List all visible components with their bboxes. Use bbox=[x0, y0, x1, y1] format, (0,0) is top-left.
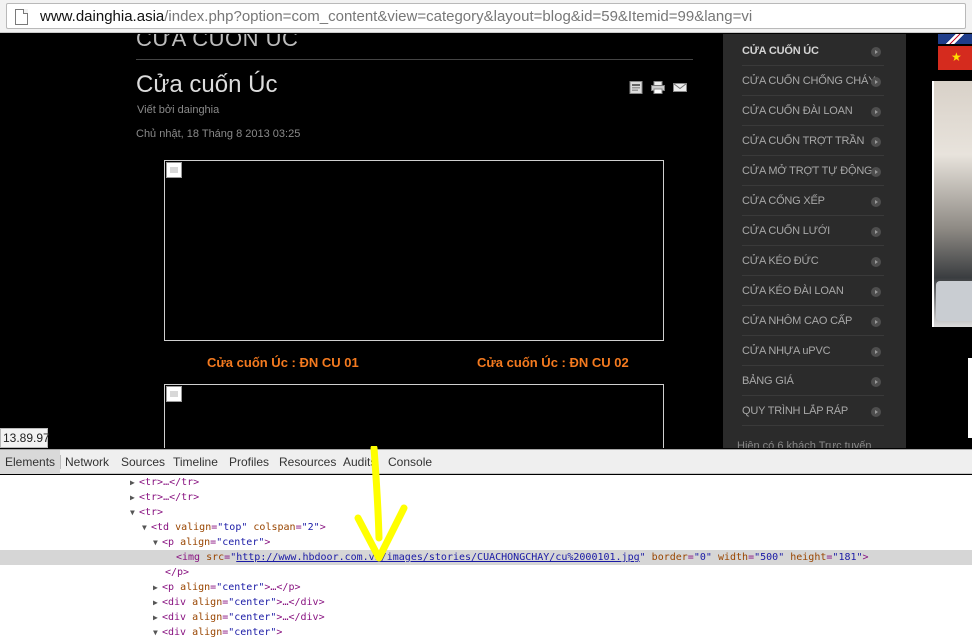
devtools-tabbar: Elements Network Sources Timeline Profil… bbox=[0, 449, 972, 474]
arrow-icon bbox=[871, 257, 881, 267]
pdf-icon[interactable] bbox=[629, 81, 643, 94]
article-author: Viết bởi dainghia bbox=[137, 104, 220, 116]
menu-item-label: CỬA MỞ TRỢT TỰ ĐỘNG bbox=[742, 165, 873, 177]
menu-item-label: CỬA CUỐN ĐÀI LOAN bbox=[742, 105, 853, 117]
dom-node-div-collapsed[interactable]: ▶ <div align="center">…</div> bbox=[153, 610, 325, 625]
url-path: /index.php?option=com_content&view=categ… bbox=[164, 8, 753, 25]
vietnamese-flag-icon[interactable]: ★ bbox=[938, 46, 972, 70]
article-date: Chủ nhật, 18 Tháng 8 2013 03:25 bbox=[136, 128, 301, 140]
dom-node-div-collapsed[interactable]: ▶ <div align="center">…</div> bbox=[153, 595, 325, 610]
menu-item-label: CỬA CUỐN CHỐNG CHÁY bbox=[742, 75, 876, 87]
menu-item-label: CỬA NHÔM CAO CẤP bbox=[742, 315, 853, 327]
menu-item-cong-xep[interactable]: CỬA CỔNG XẾP bbox=[742, 186, 884, 216]
image-caption-2: Cửa cuốn Úc : ĐN CU 02 bbox=[477, 355, 629, 370]
arrow-icon bbox=[871, 347, 881, 357]
menu-item-label: CỬA CUỐN ÚC bbox=[742, 45, 819, 57]
tab-timeline[interactable]: Timeline bbox=[168, 450, 223, 474]
dom-node-tr[interactable]: ▼ <tr> bbox=[130, 505, 163, 520]
email-icon[interactable] bbox=[673, 81, 687, 94]
broken-image-icon bbox=[166, 162, 182, 178]
section-divider bbox=[136, 59, 693, 60]
url-text[interactable]: www.dainghia.asia/index.php?option=com_c… bbox=[40, 8, 752, 25]
arrow-icon bbox=[871, 407, 881, 417]
arrow-icon bbox=[871, 287, 881, 297]
menu-item-label: QUY TRÌNH LẮP RÁP bbox=[742, 405, 849, 417]
menu-item-quy-trinh[interactable]: QUY TRÌNH LẮP RÁP bbox=[742, 396, 884, 426]
dom-node-p[interactable]: ▼ <p align="center"> bbox=[153, 535, 270, 550]
menu-item-keo-duc[interactable]: CỬA KÉO ĐỨC bbox=[742, 246, 884, 276]
dom-node-img-selected[interactable]: <img src="http://www.hbdoor.com.vn/image… bbox=[0, 550, 972, 565]
menu-item-label: CỬA KÉO ĐÀI LOAN bbox=[742, 285, 844, 297]
image-caption-1: Cửa cuốn Úc : ĐN CU 01 bbox=[207, 355, 359, 370]
arrow-icon bbox=[871, 137, 881, 147]
menu-item-dai-loan[interactable]: CỬA CUỐN ĐÀI LOAN bbox=[742, 96, 884, 126]
menu-item-label: BẢNG GIÁ bbox=[742, 375, 794, 387]
menu-item-nhua-upvc[interactable]: CỬA NHỰA uPVC bbox=[742, 336, 884, 366]
dom-node-tr-collapsed[interactable]: ▶ <tr>…</tr> bbox=[130, 490, 199, 505]
dom-node-td[interactable]: ▼ <td valign="top" colspan="2"> bbox=[142, 520, 326, 535]
menu-item-cuon-luoi[interactable]: CỬA CUỐN LƯỚI bbox=[742, 216, 884, 246]
car-image bbox=[936, 281, 972, 321]
menu-item-label: CỬA CUỐN LƯỚI bbox=[742, 225, 830, 237]
arrow-icon bbox=[871, 197, 881, 207]
side-banner bbox=[968, 358, 972, 438]
arrow-icon bbox=[871, 377, 881, 387]
menu-item-label: CỬA CUỐN TRỢT TRẦN bbox=[742, 135, 865, 147]
status-tooltip: 13.89.97 bbox=[0, 428, 50, 448]
tab-network[interactable]: Network bbox=[60, 450, 114, 474]
dom-node-tr-collapsed[interactable]: ▶ <tr>…</tr> bbox=[130, 475, 199, 490]
arrow-icon bbox=[871, 107, 881, 117]
page-icon bbox=[15, 9, 28, 25]
arrow-icon bbox=[871, 317, 881, 327]
menu-item-mo-trot[interactable]: CỬA MỞ TRỢT TỰ ĐỘNG bbox=[742, 156, 884, 186]
side-photo bbox=[932, 81, 972, 327]
dom-node-p-close: </p> bbox=[165, 567, 190, 578]
yellow-arrow-annotation bbox=[354, 446, 408, 562]
menu-item-cua-cuon-uc[interactable]: CỬA CUỐN ÚC bbox=[742, 36, 884, 66]
menu-item-bang-gia[interactable]: BẢNG GIÁ bbox=[742, 366, 884, 396]
tab-sources[interactable]: Sources bbox=[116, 450, 170, 474]
arrow-icon bbox=[871, 227, 881, 237]
article-image-2 bbox=[164, 384, 664, 448]
menu-item-label: CỬA CỔNG XẾP bbox=[742, 195, 825, 207]
dom-node-div[interactable]: ▼ <div align="center"> bbox=[153, 625, 282, 638]
dom-node-p-collapsed[interactable]: ▶ <p align="center">…</p> bbox=[153, 580, 301, 595]
address-bar: www.dainghia.asia/index.php?option=com_c… bbox=[0, 0, 972, 33]
menu-item-label: CỬA KÉO ĐỨC bbox=[742, 255, 819, 267]
arrow-icon bbox=[871, 77, 881, 87]
dom-tree: ▶ <tr>…</tr> ▶ <tr>…</tr> ▼ <tr> ▼ <td valig… bbox=[0, 475, 972, 638]
url-host: www.dainghia.asia bbox=[40, 8, 165, 25]
tab-profiles[interactable]: Profiles bbox=[224, 450, 274, 474]
tab-resources[interactable]: Resources bbox=[274, 450, 341, 474]
broken-image-icon bbox=[166, 386, 182, 402]
url-field[interactable]: www.dainghia.asia/index.php?option=com_c… bbox=[6, 3, 966, 29]
menu-item-chong-chay[interactable]: CỬA CUỐN CHỐNG CHÁY bbox=[742, 66, 884, 96]
menu-item-trot-tran[interactable]: CỬA CUỐN TRỢT TRẦN bbox=[742, 126, 884, 156]
arrow-icon bbox=[871, 47, 881, 57]
tab-elements[interactable]: Elements bbox=[0, 450, 61, 474]
menu-item-nhom-cao-cap[interactable]: CỬA NHÔM CAO CẤP bbox=[742, 306, 884, 336]
english-flag-icon[interactable] bbox=[938, 34, 972, 44]
article-image-1 bbox=[164, 160, 664, 341]
menu-item-label: CỬA NHỰA uPVC bbox=[742, 345, 831, 357]
web-page: CỬA CUỐN ÚC Cửa cuốn Úc Viết bởi dainghi… bbox=[0, 34, 972, 448]
menu-item-keo-dai-loan[interactable]: CỬA KÉO ĐÀI LOAN bbox=[742, 276, 884, 306]
section-title: CỬA CUỐN ÚC bbox=[136, 34, 299, 51]
print-icon[interactable] bbox=[651, 81, 665, 94]
arrow-icon bbox=[871, 167, 881, 177]
online-counter: Hiện có 6 khách Trực tuyến bbox=[737, 440, 872, 448]
img-src-link[interactable]: http://www.hbdoor.com.vn/images/stories/… bbox=[236, 552, 639, 563]
category-menu: CỬA CUỐN ÚC CỬA CUỐN CHỐNG CHÁY CỬA CUỐN… bbox=[723, 34, 906, 448]
article-title[interactable]: Cửa cuốn Úc bbox=[136, 71, 277, 99]
